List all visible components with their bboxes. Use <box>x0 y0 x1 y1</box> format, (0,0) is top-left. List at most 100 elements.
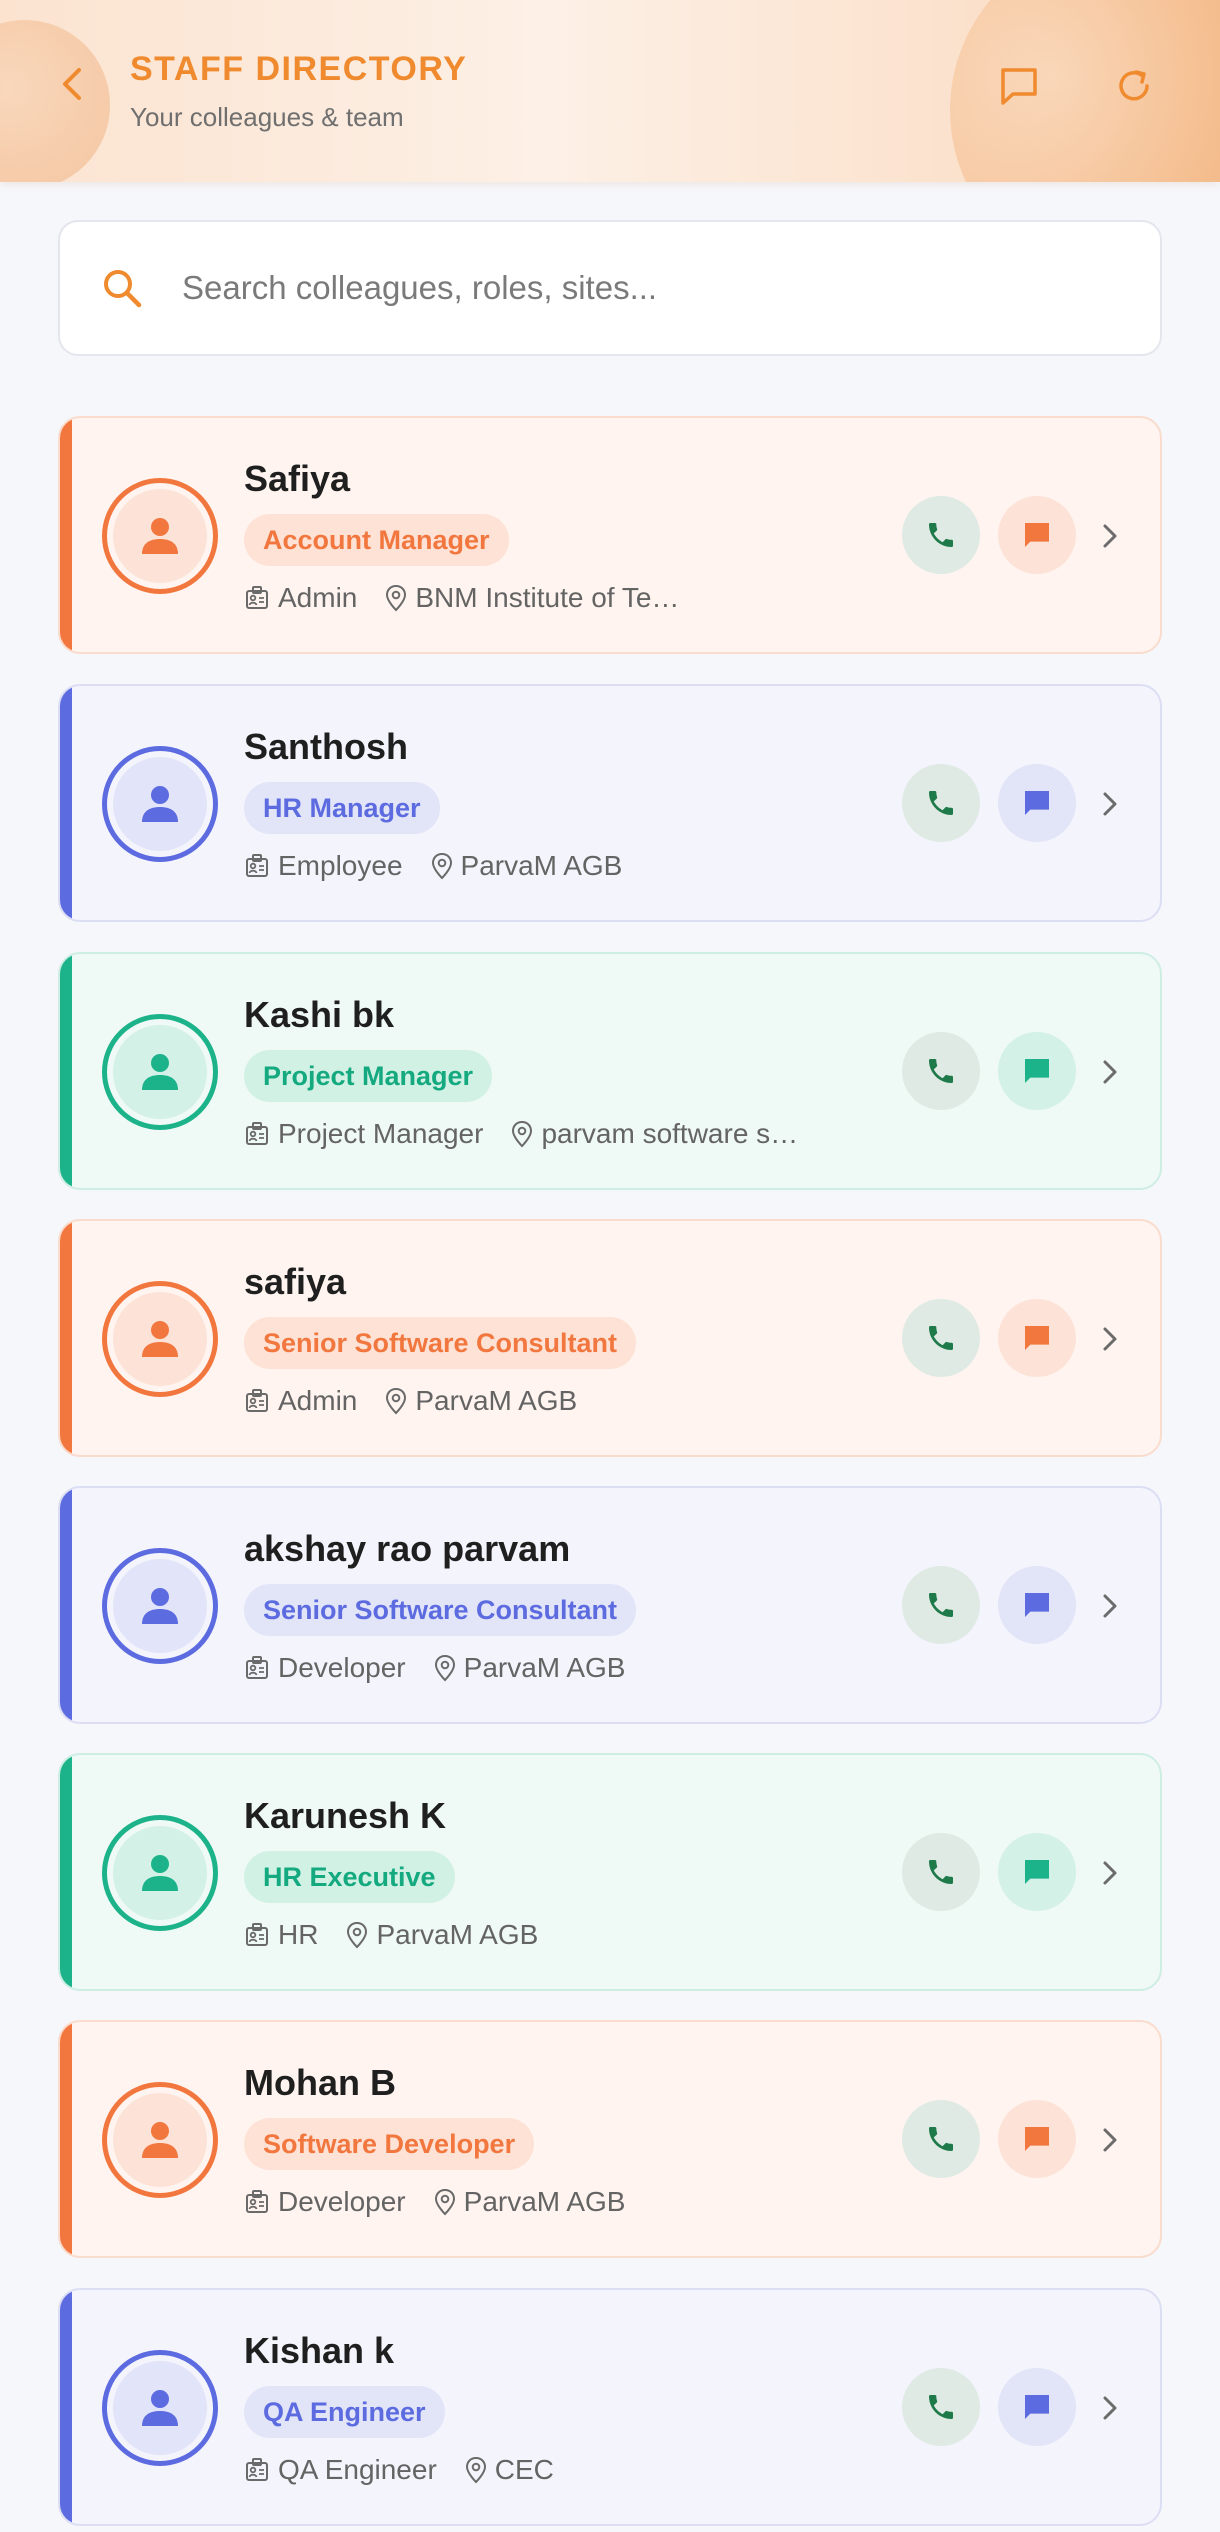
call-button[interactable] <box>902 1566 980 1644</box>
staff-card[interactable]: Kashi bk Project Manager Project Manager <box>58 952 1162 1190</box>
chevron-right-icon[interactable] <box>1090 1050 1130 1094</box>
id-badge-icon <box>244 1655 270 1681</box>
page-title: STAFF DIRECTORY <box>130 50 468 88</box>
card-accent-bar <box>60 1488 72 1722</box>
staff-name: akshay rao parvam <box>244 1528 571 1569</box>
call-button[interactable] <box>902 1299 980 1377</box>
call-button[interactable] <box>902 2100 980 2178</box>
avatar <box>102 746 218 862</box>
staff-card[interactable]: Safiya Account Manager Admin BNM Institu… <box>58 416 1162 654</box>
chat-button[interactable] <box>998 1299 1076 1377</box>
role-badge: Senior Software Consultant <box>244 1584 637 1636</box>
call-button[interactable] <box>902 2368 980 2446</box>
staff-location: ParvaM AGB <box>376 1919 539 1950</box>
phone-icon <box>929 2395 953 2419</box>
avatar <box>102 1014 218 1130</box>
message-square-icon <box>1001 68 1037 105</box>
search-icon <box>92 258 152 318</box>
chevron-right-icon[interactable] <box>1090 782 1130 826</box>
phone-icon <box>929 1326 953 1350</box>
staff-department: Employee <box>278 850 403 881</box>
location-pin-icon <box>434 1654 456 1682</box>
chat-bubble-icon <box>1025 1059 1049 1083</box>
staff-name: Santhosh <box>244 726 409 767</box>
staff-meta: Admin BNM Institute of Te… <box>244 578 679 618</box>
staff-location: ParvaM AGB <box>460 850 623 881</box>
chat-button[interactable] <box>998 1566 1076 1644</box>
staff-card[interactable]: Santhosh HR Manager Employee ParvaM AGB <box>58 684 1162 922</box>
chat-button[interactable] <box>998 1833 1076 1911</box>
chevron-right-icon[interactable] <box>1090 2386 1130 2430</box>
chat-bubble-icon <box>1025 1326 1049 1350</box>
chat-bubble-icon <box>1025 791 1049 815</box>
card-accent-bar <box>60 686 72 920</box>
call-button[interactable] <box>902 764 980 842</box>
staff-location: parvam software s… <box>541 1118 799 1149</box>
chat-bubble-icon <box>1025 1860 1049 1884</box>
back-button[interactable] <box>50 62 94 106</box>
staff-name: Kishan k <box>244 2330 395 2371</box>
person-icon <box>142 1054 178 1090</box>
id-badge-icon <box>244 1922 270 1948</box>
chat-bubble-icon <box>1025 2127 1049 2151</box>
location-pin-icon <box>511 1120 533 1148</box>
phone-icon <box>929 2127 953 2151</box>
chat-bubble-icon <box>1025 2395 1049 2419</box>
id-badge-icon <box>244 2189 270 2215</box>
refresh-button[interactable] <box>1110 62 1158 110</box>
staff-meta: Project Manager parvam software s… <box>244 1114 798 1154</box>
staff-department: Developer <box>278 2186 406 2217</box>
chevron-right-icon[interactable] <box>1090 1851 1130 1895</box>
location-pin-icon <box>385 1387 407 1415</box>
staff-card[interactable]: safiya Senior Software Consultant Admin <box>58 1219 1162 1457</box>
call-button[interactable] <box>902 1833 980 1911</box>
card-accent-bar <box>60 954 72 1188</box>
person-icon <box>142 1321 178 1357</box>
search-input[interactable] <box>182 269 1082 307</box>
location-pin-icon <box>434 2188 456 2216</box>
location-pin-icon <box>465 2456 487 2484</box>
search-bar[interactable] <box>58 220 1162 356</box>
chat-button[interactable] <box>998 2368 1076 2446</box>
staff-location: BNM Institute of Te… <box>415 582 680 613</box>
call-button[interactable] <box>902 1032 980 1110</box>
id-badge-icon <box>244 1121 270 1147</box>
chat-button[interactable] <box>998 1032 1076 1110</box>
person-icon <box>142 518 178 554</box>
avatar <box>102 1815 218 1931</box>
staff-name: Mohan B <box>244 2062 396 2103</box>
chevron-right-icon[interactable] <box>1090 1584 1130 1628</box>
staff-location: ParvaM AGB <box>463 2186 626 2217</box>
chat-button[interactable] <box>998 496 1076 574</box>
chevron-right-icon[interactable] <box>1090 2118 1130 2162</box>
chevron-right-icon[interactable] <box>1090 514 1130 558</box>
id-badge-icon <box>244 2457 270 2483</box>
chat-button[interactable] <box>998 764 1076 842</box>
staff-card[interactable]: Kishan k QA Engineer QA Engineer CEC <box>58 2288 1162 2526</box>
staff-card[interactable]: akshay rao parvam Senior Software Consul… <box>58 1486 1162 1724</box>
staff-name: Safiya <box>244 458 351 499</box>
id-badge-icon <box>244 1388 270 1414</box>
person-icon <box>142 2390 178 2426</box>
role-badge: Software Developer <box>244 2118 535 2170</box>
chat-button[interactable] <box>998 2100 1076 2178</box>
avatar <box>102 1281 218 1397</box>
staff-department: Project Manager <box>278 1118 484 1149</box>
id-badge-icon <box>244 853 270 879</box>
phone-icon <box>929 1593 953 1617</box>
staff-department: Developer <box>278 1652 406 1683</box>
avatar <box>102 2350 218 2466</box>
role-badge: HR Manager <box>244 782 440 834</box>
staff-card[interactable]: Mohan B Software Developer Developer Par… <box>58 2020 1162 2258</box>
app-header: STAFF DIRECTORY Your colleagues & team <box>0 0 1220 182</box>
call-button[interactable] <box>902 496 980 574</box>
page-subtitle: Your colleagues & team <box>130 102 404 132</box>
chevron-right-icon[interactable] <box>1090 1317 1130 1361</box>
staff-card[interactable]: Karunesh K HR Executive HR ParvaM AGB <box>58 1753 1162 1991</box>
staff-meta: Admin ParvaM AGB <box>244 1381 577 1421</box>
id-badge-icon <box>244 585 270 611</box>
role-badge: Account Manager <box>244 514 509 566</box>
staff-meta: HR ParvaM AGB <box>244 1915 538 1955</box>
avatar <box>102 1548 218 1664</box>
messages-button[interactable] <box>995 62 1043 110</box>
